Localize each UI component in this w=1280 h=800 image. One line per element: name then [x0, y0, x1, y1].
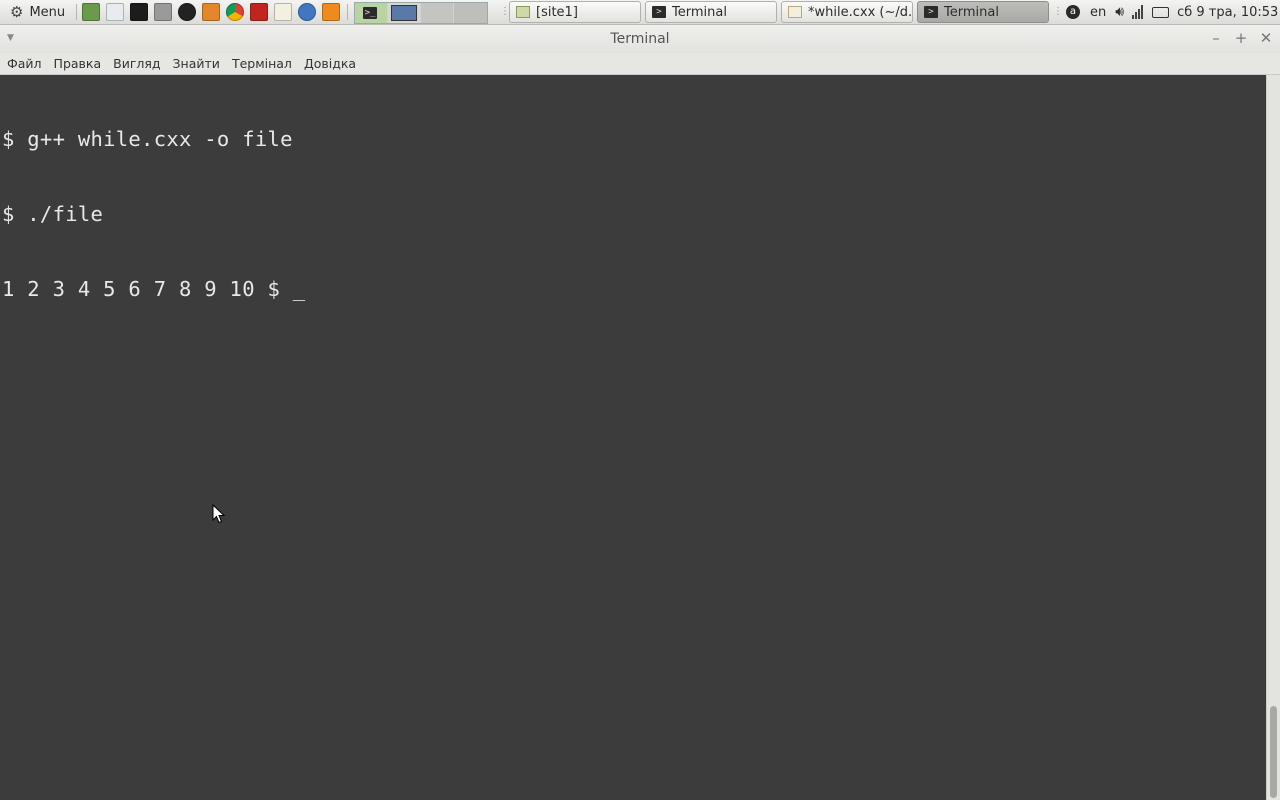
taskbar-item-label: Terminal — [944, 4, 999, 20]
menu-view[interactable]: Вигляд — [107, 56, 166, 71]
terminal-area[interactable]: $ g++ while.cxx -o file $ ./file 1 2 3 4… — [0, 75, 1266, 800]
disk-icon[interactable] — [154, 3, 172, 21]
update-icon[interactable]: a — [1066, 5, 1080, 19]
menu-terminal[interactable]: Термінал — [226, 56, 298, 71]
terminal-output: $ g++ while.cxx -o file $ ./file 1 2 3 4… — [2, 77, 305, 352]
maximize-icon[interactable]: + — [1233, 29, 1249, 47]
terminal-icon[interactable] — [130, 3, 148, 21]
menu-edit[interactable]: Правка — [48, 56, 108, 71]
scrollbar-thumb[interactable] — [1270, 706, 1277, 798]
taskbar-item-editor[interactable]: *while.cxx (~/d... — [781, 1, 913, 23]
taskbar-item-label: *while.cxx (~/d... — [808, 4, 913, 20]
text-editor-icon — [788, 6, 802, 18]
workspace-switcher: >_ — [354, 2, 488, 24]
firefox-icon — [391, 5, 417, 21]
terminal-line: $ g++ while.cxx -o file — [2, 127, 293, 151]
network-icon[interactable] — [1132, 5, 1144, 19]
audio-player-icon[interactable] — [178, 3, 196, 21]
thunderbird-icon[interactable] — [298, 3, 316, 21]
battery-icon[interactable] — [1152, 6, 1170, 18]
terminal-line: $ ./file — [2, 202, 104, 226]
firefox-icon[interactable] — [202, 3, 220, 21]
terminal-icon: > — [924, 6, 938, 18]
keyboard-layout[interactable]: en — [1090, 5, 1106, 20]
taskbar-item-site1[interactable]: [site1] — [509, 1, 641, 23]
taskbar-item-terminal[interactable]: > Terminal — [645, 1, 777, 23]
workspace-3[interactable] — [421, 3, 453, 23]
close-icon[interactable]: ✕ — [1258, 29, 1274, 47]
system-tray: a en 🔊︎ сб 9 тра, 10:53 — [1066, 0, 1278, 24]
workspace-2[interactable] — [388, 3, 420, 23]
mouse-pointer-icon — [212, 504, 226, 524]
file-manager-icon[interactable] — [82, 3, 100, 21]
workspace-4[interactable] — [454, 3, 487, 23]
menu-help[interactable]: Довідка — [298, 56, 362, 71]
panel-separator — [76, 4, 77, 20]
window-title: Terminal — [610, 31, 670, 47]
taskbar-item-label: Terminal — [672, 4, 727, 20]
main-menu-label: Menu — [29, 4, 66, 20]
terminal-icon: >_ — [363, 7, 377, 19]
panel-separator — [347, 4, 348, 20]
window-titlebar[interactable]: ▼ Terminal – + ✕ — [0, 25, 1280, 53]
taskbar-item-terminal-active[interactable]: > Terminal — [917, 1, 1049, 23]
taskbar-item-label: [site1] — [536, 4, 578, 20]
notes-icon[interactable] — [274, 3, 292, 21]
workspace-1[interactable]: >_ — [355, 3, 387, 23]
gear-icon: ⚙ — [10, 3, 24, 21]
folder-icon — [516, 6, 530, 18]
clock[interactable]: сб 9 тра, 10:53 — [1177, 5, 1278, 20]
menubar: Файл Правка Вигляд Знайти Термінал Довід… — [0, 53, 1280, 75]
panel-handle: ⋮ — [1053, 6, 1063, 17]
terminal-icon: > — [652, 6, 666, 18]
text-editor-icon[interactable] — [106, 3, 124, 21]
menu-file[interactable]: Файл — [1, 56, 48, 71]
volume-icon[interactable]: 🔊︎ — [1115, 4, 1124, 20]
filezilla-icon[interactable] — [250, 3, 268, 21]
menu-search[interactable]: Знайти — [167, 56, 226, 71]
top-panel: ⚙ Menu >_ ⋮ [site1] > Terminal *while.cx… — [0, 0, 1280, 25]
terminal-scrollbar[interactable] — [1266, 75, 1280, 800]
minimize-icon[interactable]: – — [1208, 29, 1224, 47]
main-menu-button[interactable]: ⚙ Menu — [4, 0, 71, 24]
chrome-icon[interactable] — [226, 3, 244, 21]
terminal-line: 1 2 3 4 5 6 7 8 9 10 $ _ — [2, 277, 306, 301]
rss-icon[interactable] — [322, 3, 340, 21]
